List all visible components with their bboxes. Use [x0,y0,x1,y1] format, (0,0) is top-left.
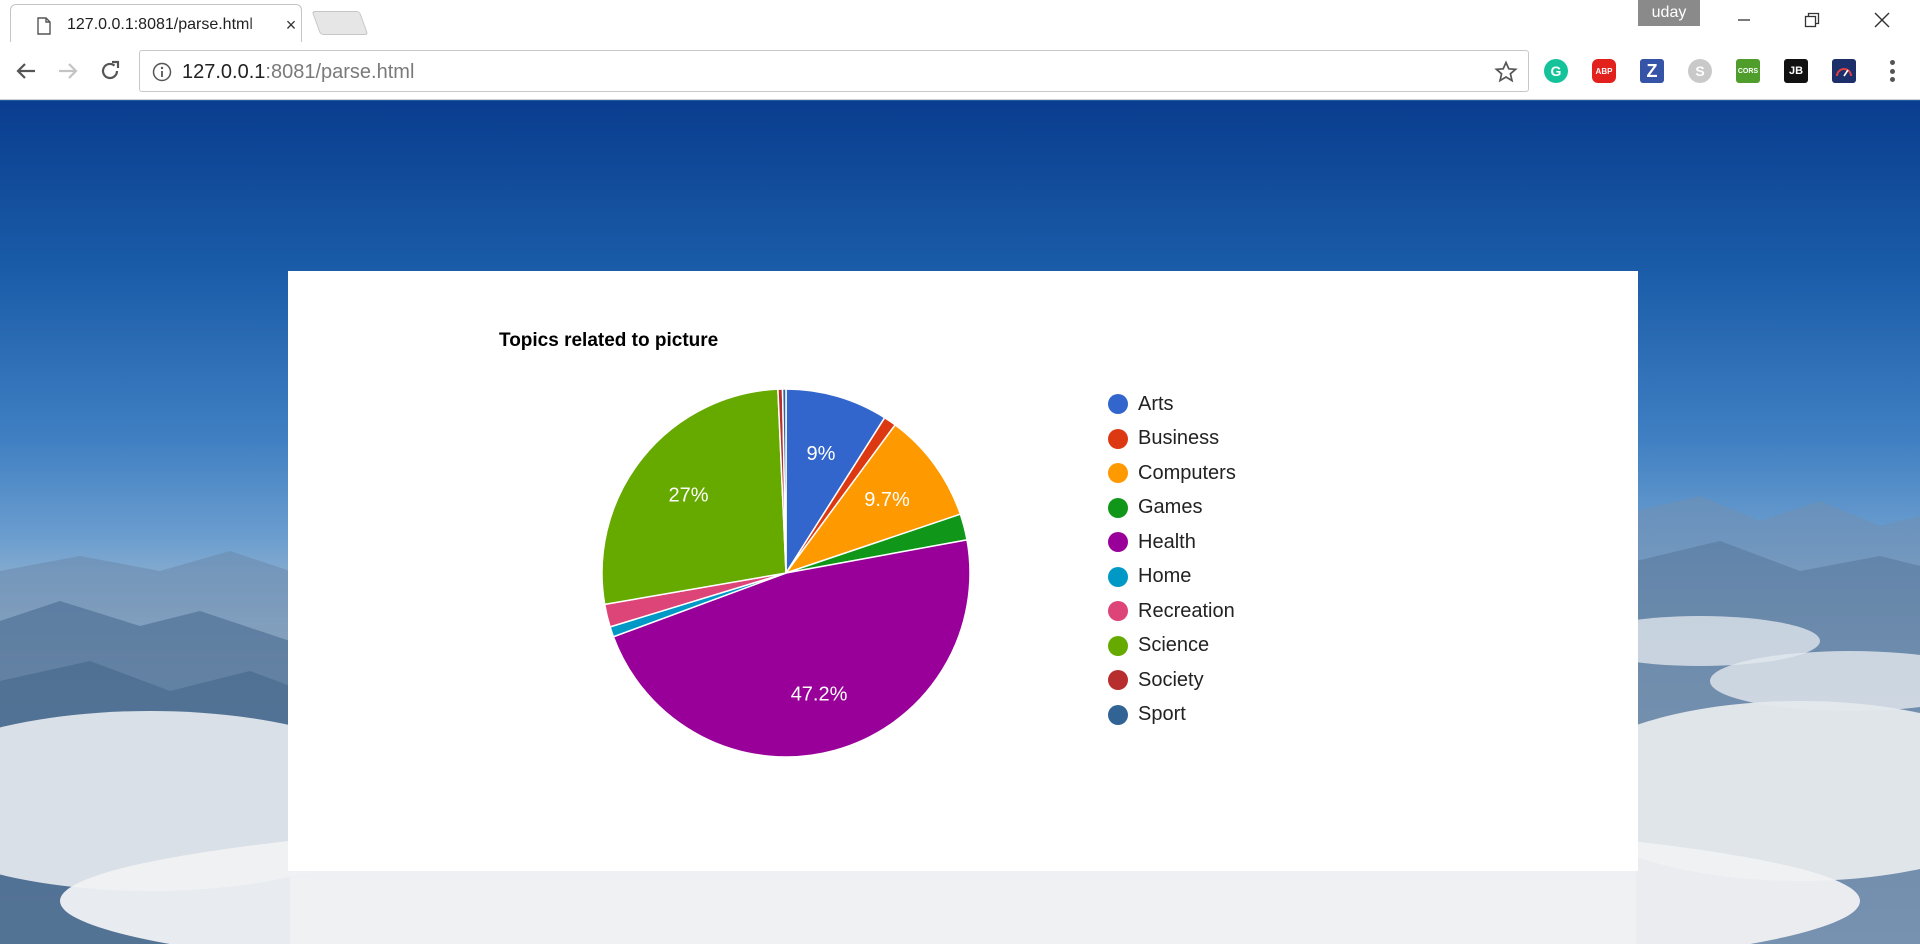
url-text[interactable]: 127.0.0.1:8081/parse.html [182,61,414,84]
arrow-right-icon [59,63,78,79]
legend-item-sport[interactable]: Sport [1108,698,1236,733]
back-button[interactable] [10,55,42,87]
legend-label: Games [1138,496,1203,519]
legend-label: Home [1138,565,1192,588]
browser-tab[interactable]: 127.0.0.1:8081/parse.html × [10,4,302,42]
legend-item-home[interactable]: Home [1108,560,1236,595]
gauge-icon [1836,68,1852,77]
browser-menu-button[interactable] [1880,57,1904,85]
legend-swatch [1108,532,1128,553]
tab-strip: 127.0.0.1:8081/parse.html × uday [0,0,1920,42]
info-icon[interactable] [152,62,172,82]
legend-swatch [1108,635,1128,656]
legend-label: Recreation [1138,599,1235,622]
legend-swatch [1108,601,1128,622]
legend-swatch [1108,463,1128,484]
legend-label: Business [1138,427,1220,450]
url-host: 127.0.0.1 [182,61,266,83]
skype-extension-icon[interactable]: S [1688,59,1712,83]
legend-swatch [1108,428,1128,449]
pie-data-label-science: 27% [669,485,709,507]
pie-data-label-arts: 9% [806,443,835,465]
legend-swatch [1108,497,1128,518]
minimize-icon [1738,19,1750,21]
legend-item-science[interactable]: Science [1108,629,1236,664]
legend-item-business[interactable]: Business [1108,422,1236,457]
legend-label: Computers [1138,461,1236,484]
adblock-plus-extension-icon[interactable]: ABP [1592,59,1616,83]
close-window-button[interactable] [1850,0,1914,40]
reload-icon [101,60,120,80]
legend-swatch [1108,566,1128,587]
page-viewport: Topics related to picture 9% 9.7% 47.2% 27%… [0,101,1920,944]
cors-extension-icon[interactable]: CORS [1736,59,1760,83]
legend-swatch [1108,394,1128,415]
profile-badge[interactable]: uday [1638,0,1700,26]
close-icon [1874,12,1890,28]
close-tab-icon[interactable]: × [283,15,299,35]
pie-data-label-health: 47.2% [791,684,848,706]
chart-legend: Arts Business Computers Games Health Home Recr… [1108,387,1236,732]
arrow-left-icon [16,63,35,79]
star-icon[interactable] [1494,60,1518,84]
forward-button[interactable] [52,55,84,87]
pie-data-label-computers: 9.7% [864,489,910,511]
speedtest-extension-icon[interactable] [1832,59,1856,83]
document-icon [37,17,51,35]
legend-label: Health [1138,530,1196,553]
new-tab-button[interactable] [311,11,369,35]
legend-item-society[interactable]: Society [1108,663,1236,698]
pie-chart: 9% 9.7% 47.2% 27% [601,388,971,758]
restore-icon [1804,12,1820,28]
reload-button[interactable] [94,55,126,87]
tab-title: 127.0.0.1:8081/parse.html [67,16,253,33]
menu-dot [1889,77,1895,82]
address-bar[interactable]: 127.0.0.1:8081/parse.html [139,50,1529,92]
legend-item-games[interactable]: Games [1108,491,1236,526]
legend-swatch [1108,670,1128,691]
url-path: :8081/parse.html [265,61,415,83]
z-extension-icon[interactable]: Z [1640,59,1664,83]
legend-item-computers[interactable]: Computers [1108,456,1236,491]
legend-label: Society [1138,668,1204,691]
legend-item-health[interactable]: Health [1108,525,1236,560]
jetbrains-extension-icon[interactable]: JB [1784,59,1808,83]
legend-item-recreation[interactable]: Recreation [1108,594,1236,629]
minimize-button[interactable] [1712,0,1776,40]
menu-dot [1889,68,1895,74]
restore-button[interactable] [1780,0,1844,40]
legend-label: Sport [1138,703,1186,726]
legend-label: Science [1138,634,1210,657]
legend-item-arts[interactable]: Arts [1108,387,1236,422]
menu-dot [1889,60,1895,65]
browser-toolbar: 127.0.0.1:8081/parse.html G ABP Z S CORS… [0,42,1920,100]
legend-swatch [1108,704,1128,725]
chart-card: Topics related to picture 9% 9.7% 47.2% 27%… [288,271,1638,871]
legend-label: Arts [1138,392,1174,415]
grammarly-extension-icon[interactable]: G [1544,59,1568,83]
